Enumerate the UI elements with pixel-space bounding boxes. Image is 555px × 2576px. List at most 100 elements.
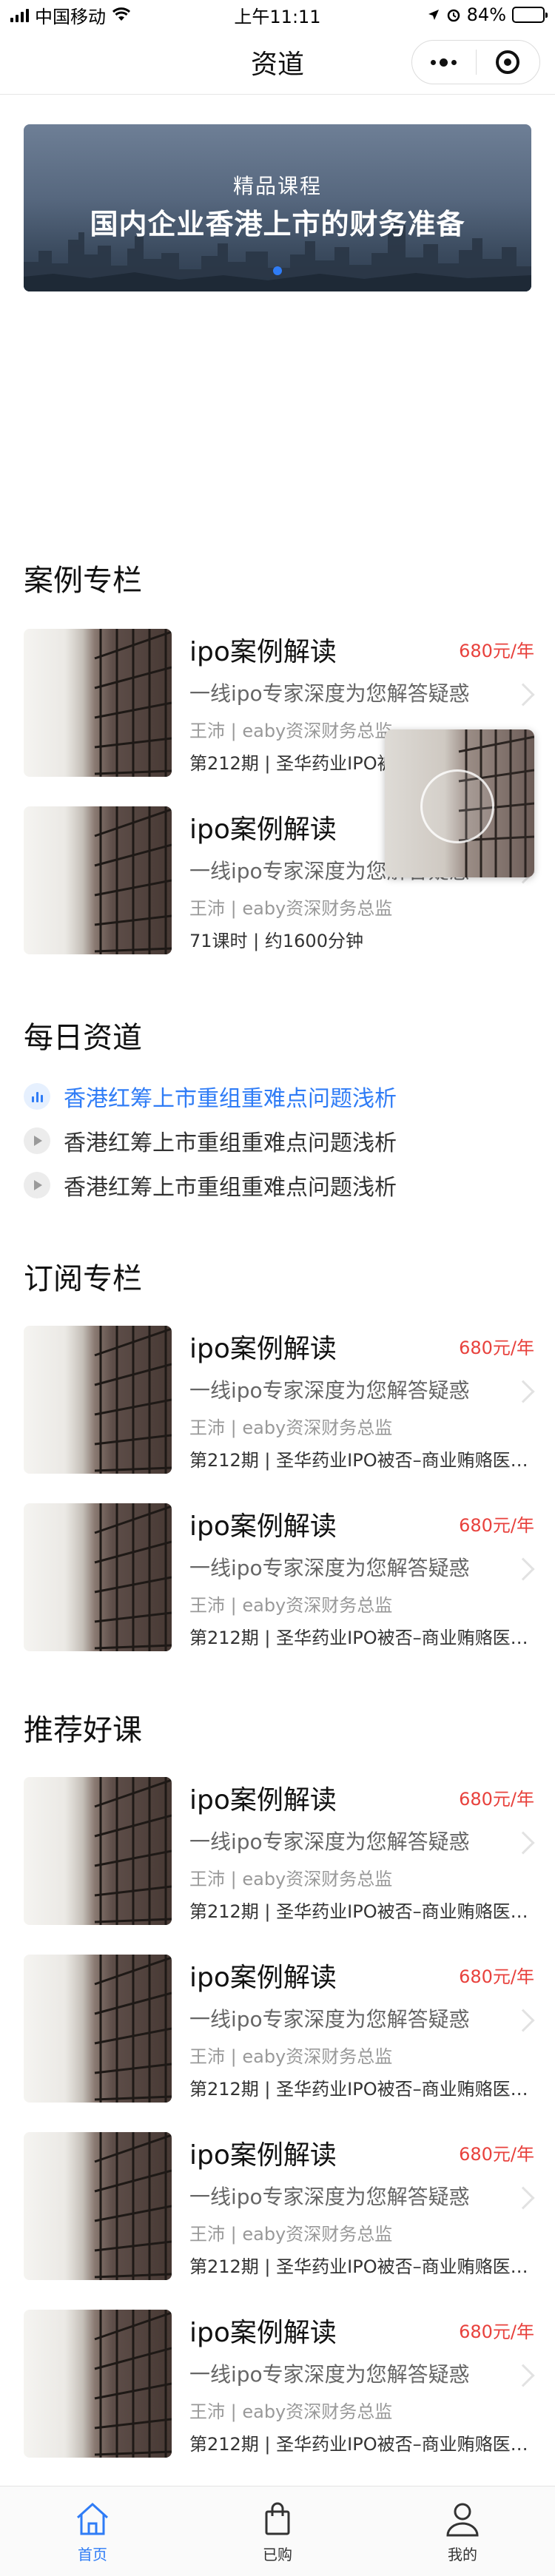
tab-label: 已购 — [263, 2546, 292, 2563]
course-author: 王沛 | eaby资深财务总监 — [189, 721, 393, 741]
course-price: 680元/年 — [459, 2144, 534, 2165]
daily-item-playing[interactable]: 香港红筹上市重组重难点问题浅析 — [24, 1082, 397, 1112]
tab-home[interactable]: 首页 — [0, 2486, 185, 2576]
course-price: 680元/年 — [459, 1338, 534, 1358]
course-episode-info: 第212期 | 圣华药业IPO被否–商业贿赂医企业 — [189, 1901, 534, 1922]
course-cover-image — [94, 1503, 172, 1651]
course-description: 一线ipo专家深度为您解答疑惑 — [189, 2185, 470, 2209]
course-title: ipo案例解读 — [189, 637, 337, 667]
section-title-daily: 每日资道 — [24, 1021, 142, 1055]
course-thumbnail[interactable] — [24, 2310, 172, 2458]
course-title: ipo案例解读 — [189, 815, 337, 845]
status-right: 84% — [427, 4, 548, 25]
course-author: 王沛 | eaby资深财务总监 — [189, 1869, 393, 1889]
course-thumbnail[interactable] — [24, 1777, 172, 1925]
course-author: 王沛 | eaby资深财务总监 — [189, 898, 393, 919]
course-episode-info: 第212期 | 圣华药业IPO被否–商业贿赂医企业 — [189, 1450, 534, 1471]
course-price: 680元/年 — [459, 1789, 534, 1810]
course-description: 一线ipo专家深度为您解答疑惑 — [189, 681, 470, 706]
more-dots-icon — [431, 58, 457, 67]
status-left: 中国移动 — [10, 2, 131, 28]
mini-program-capsule — [411, 40, 540, 84]
tab-label: 首页 — [78, 2546, 107, 2563]
course-thumbnail[interactable] — [24, 2132, 172, 2280]
course-thumbnail[interactable] — [24, 1503, 172, 1651]
user-icon — [446, 2503, 479, 2537]
course-description: 一线ipo专家深度为您解答疑惑 — [189, 1378, 470, 1403]
course-cover-image — [94, 1777, 172, 1925]
more-button[interactable] — [412, 41, 476, 84]
hero-banner[interactable]: 精品课程 国内企业香港上市的财务准备 — [24, 124, 531, 291]
banner-title: 国内企业香港上市的财务准备 — [90, 208, 465, 240]
daily-item-label: 香港红筹上市重组重难点问题浅析 — [64, 1130, 397, 1156]
course-thumbnail[interactable] — [24, 629, 172, 777]
play-icon — [24, 1127, 50, 1154]
carrier-label: 中国移动 — [35, 6, 106, 27]
chevron-right-icon — [511, 2009, 535, 2032]
section-title-recommend: 推荐好课 — [24, 1713, 142, 1747]
battery-icon — [512, 7, 548, 23]
course-thumbnail[interactable] — [24, 1955, 172, 2103]
course-author: 王沛 | eaby资深财务总监 — [189, 1595, 393, 1616]
course-episode-info: 第212期 | 圣华药业IPO被否–商业贿赂医企业 — [189, 2256, 534, 2277]
course-title: ipo案例解读 — [189, 2318, 337, 2348]
tab-profile[interactable]: 我的 — [370, 2486, 555, 2576]
alarm-icon — [447, 9, 460, 22]
course-author: 王沛 | eaby资深财务总监 — [189, 2046, 393, 2067]
target-icon — [496, 50, 520, 74]
daily-item-label: 香港红筹上市重组重难点问题浅析 — [64, 1175, 397, 1201]
banner-dot-active[interactable] — [273, 266, 282, 275]
course-price: 680元/年 — [459, 641, 534, 661]
course-price: 680元/年 — [459, 1966, 534, 1987]
signal-icon — [10, 7, 29, 22]
location-arrow-icon — [428, 10, 439, 20]
course-cover-image — [94, 1326, 172, 1474]
bag-icon — [265, 2502, 290, 2535]
course-title: ipo案例解读 — [189, 1511, 337, 1542]
course-thumbnail[interactable] — [24, 1326, 172, 1474]
wifi-icon — [112, 7, 131, 21]
chevron-right-icon — [511, 683, 535, 707]
battery-percent: 84% — [466, 4, 506, 25]
daily-item[interactable]: 香港红筹上市重组重难点问题浅析 — [24, 1170, 397, 1201]
course-cover-image — [94, 2132, 172, 2280]
audio-bars-icon — [24, 1083, 50, 1110]
daily-item[interactable]: 香港红筹上市重组重难点问题浅析 — [24, 1126, 397, 1156]
course-card[interactable]: ipo案例解读 680元/年 一线ipo专家深度为您解答疑惑 王沛 | eaby资深财… — [24, 1955, 535, 2103]
course-author: 王沛 | eaby资深财务总监 — [189, 2224, 393, 2245]
course-cover-image — [94, 2310, 172, 2458]
daily-item-label: 香港红筹上市重组重难点问题浅析 — [64, 1086, 397, 1112]
page-title: 资道 — [250, 49, 304, 80]
course-card[interactable]: ipo案例解读 680元/年一线ipo专家深度为您解答疑惑 王沛 | eaby资深财… — [24, 1503, 535, 1651]
course-card[interactable]: ipo案例解读 680元/年 一线ipo专家深度为您解答疑惑 王沛 | eaby资深财… — [24, 1777, 535, 1925]
course-price: 680元/年 — [459, 1515, 534, 1536]
close-program-button[interactable] — [477, 41, 540, 84]
course-cover-image — [94, 629, 172, 777]
home-icon — [76, 2502, 109, 2535]
chevron-right-icon — [511, 2364, 535, 2387]
player-progress-ring[interactable] — [420, 769, 494, 843]
chevron-right-icon — [511, 2186, 535, 2210]
course-card[interactable]: ipo案例解读 680元/年 一线ipo专家深度为您解答疑惑 王沛 | eaby资深财… — [24, 2132, 535, 2280]
chevron-right-icon — [511, 1557, 535, 1581]
course-author: 王沛 | eaby资深财务总监 — [189, 1417, 393, 1438]
section-title-cases: 案例专栏 — [24, 564, 142, 598]
course-thumbnail[interactable] — [24, 806, 172, 954]
play-icon — [24, 1172, 50, 1198]
course-card[interactable]: ipo案例解读 680元/年 一线ipo专家深度为您解答疑惑 王沛 | eaby资深财… — [24, 1326, 535, 1474]
chevron-right-icon — [511, 1831, 535, 1855]
section-title-subscribe: 订阅专栏 — [24, 1262, 142, 1296]
nav-bar: 资道 — [0, 30, 555, 95]
tab-bar: 首页 已购 我的 — [0, 2486, 555, 2576]
course-author: 王沛 | eaby资深财务总监 — [189, 2401, 393, 2422]
banner-subtitle: 精品课程 — [232, 174, 322, 198]
status-bar: 中国移动 上午11:11 84% — [0, 0, 555, 30]
chevron-right-icon — [511, 1380, 535, 1403]
course-description: 一线ipo专家深度为您解答疑惑 — [189, 1556, 470, 1580]
tab-purchased[interactable]: 已购 — [185, 2486, 370, 2576]
floating-audio-player[interactable] — [385, 729, 534, 877]
course-cover-image — [94, 1955, 172, 2103]
course-cover-image — [94, 806, 172, 954]
course-episode-info: 71课时 | 约1600分钟 — [189, 931, 363, 951]
course-card[interactable]: ipo案例解读 680元/年 一线ipo专家深度为您解答疑惑 王沛 | eaby资深财… — [24, 2310, 535, 2458]
